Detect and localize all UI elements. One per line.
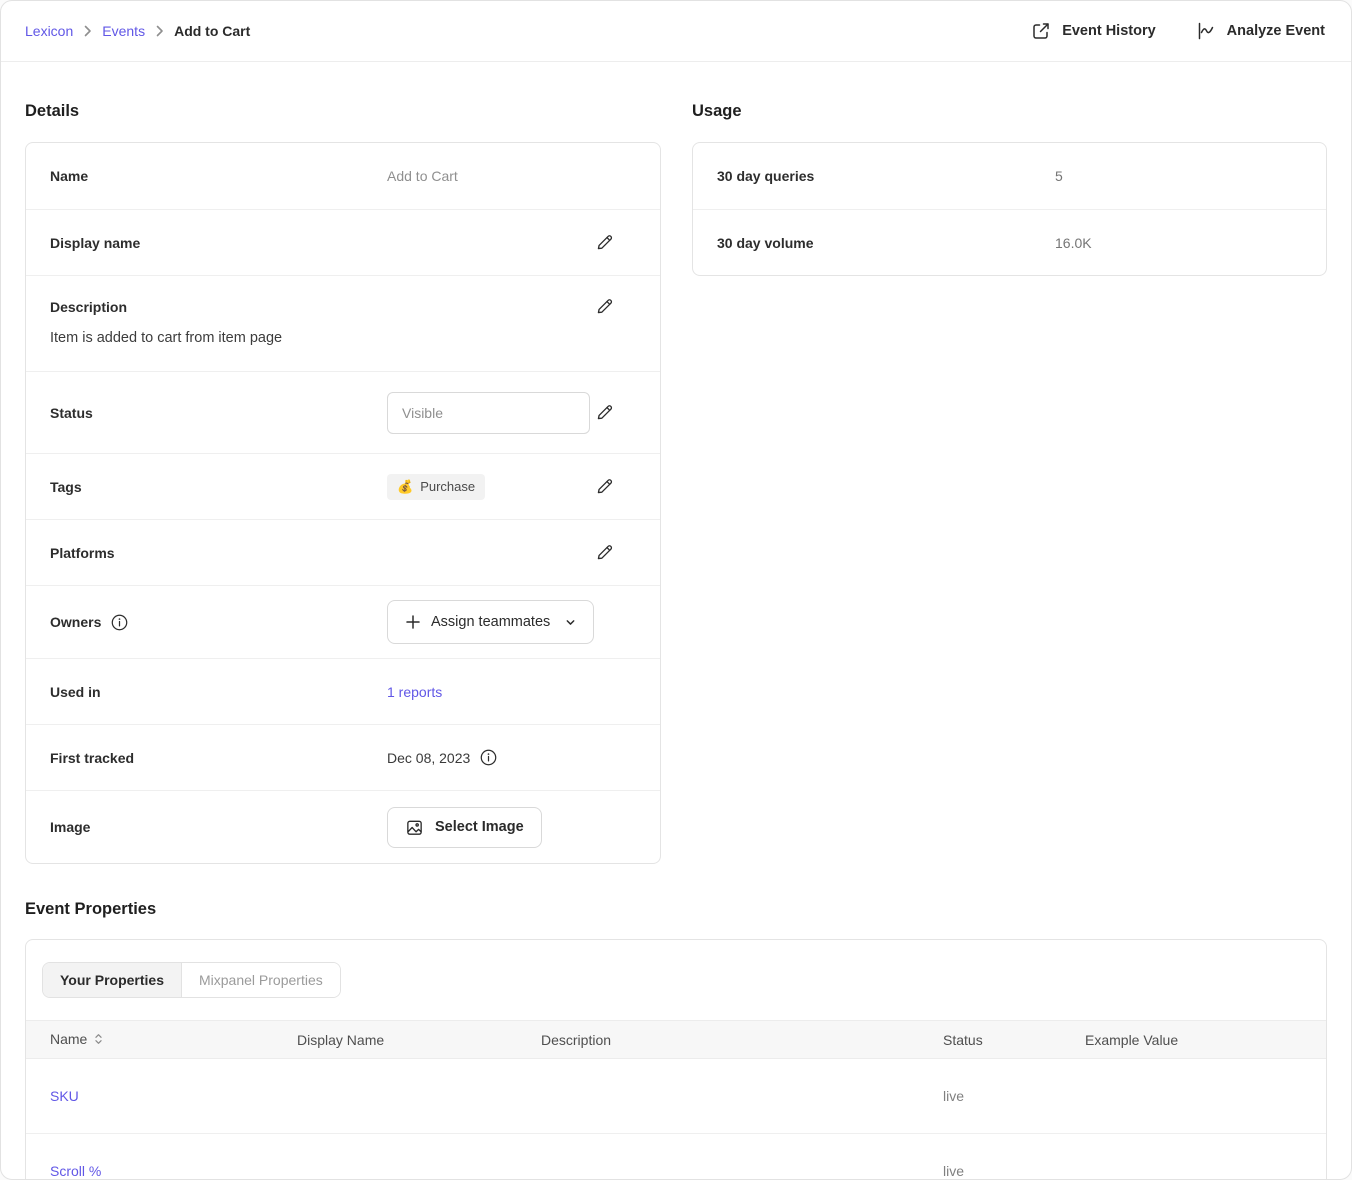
property-description <box>517 1059 919 1134</box>
description-label: Description <box>50 299 387 315</box>
details-section-title: Details <box>25 102 661 121</box>
topbar: Lexicon Events Add to Cart Event Histo <box>1 1 1351 62</box>
property-link-scroll-pct[interactable]: Scroll % <box>50 1163 101 1179</box>
lexicon-event-detail-page: Lexicon Events Add to Cart Event Histo <box>0 0 1352 1180</box>
column-header-display-name: Display Name <box>273 1021 517 1059</box>
details-row-tags: Tags 💰 Purchase <box>26 453 660 519</box>
tag-chip-purchase: 💰 Purchase <box>387 474 485 500</box>
chevron-right-icon <box>155 25 164 37</box>
analyze-event-label: Analyze Event <box>1227 23 1325 39</box>
status-label: Status <box>50 405 387 421</box>
details-row-platforms: Platforms <box>26 519 660 585</box>
usage-row-volume: 30 day volume 16.0K <box>693 209 1326 275</box>
select-image-label: Select Image <box>435 819 524 835</box>
details-card: Name Add to Cart Display name <box>25 142 661 864</box>
event-properties-section-title: Event Properties <box>25 900 1327 919</box>
table-row: SKU live <box>26 1059 1326 1134</box>
edit-platforms-button[interactable] <box>595 543 614 562</box>
volume-label: 30 day volume <box>717 235 1055 251</box>
topbar-actions: Event History Analyze Event <box>1031 21 1325 41</box>
details-row-used-in: Used in 1 reports <box>26 658 660 724</box>
details-row-name: Name Add to Cart <box>26 143 660 209</box>
property-example-value <box>1061 1134 1326 1180</box>
usage-card: 30 day queries 5 30 day volume 16.0K <box>692 142 1327 276</box>
description-text: Item is added to cart from item page <box>50 330 636 346</box>
assign-teammates-label: Assign teammates <box>431 614 550 630</box>
assign-teammates-button[interactable]: Assign teammates <box>387 600 594 644</box>
properties-table: Name Display Name Description Status Exa… <box>26 1020 1326 1180</box>
first-tracked-label: First tracked <box>50 750 387 766</box>
edit-status-button[interactable] <box>595 403 614 422</box>
info-icon[interactable] <box>479 748 498 767</box>
tab-mixpanel-properties[interactable]: Mixpanel Properties <box>181 963 340 997</box>
event-history-button[interactable]: Event History <box>1031 21 1155 41</box>
tags-label: Tags <box>50 479 387 495</box>
queries-value: 5 <box>1055 168 1063 184</box>
external-link-icon <box>1031 21 1051 41</box>
details-row-description: Description Item is added to ca <box>26 275 660 371</box>
tag-chip-label: Purchase <box>420 479 475 494</box>
usage-section-title: Usage <box>692 102 1327 121</box>
properties-tabs: Your Properties Mixpanel Properties <box>26 940 1326 1020</box>
property-display-name <box>273 1134 517 1180</box>
info-icon[interactable] <box>110 613 129 632</box>
chevron-down-icon <box>565 617 576 628</box>
property-example-value <box>1061 1059 1326 1134</box>
breadcrumb-events[interactable]: Events <box>102 23 145 39</box>
plus-icon <box>405 614 421 630</box>
property-status: live <box>919 1134 1061 1180</box>
image-label: Image <box>50 819 387 835</box>
pencil-icon <box>595 543 614 562</box>
property-status: live <box>919 1059 1061 1134</box>
details-row-status: Status <box>26 371 660 453</box>
used-in-reports-link[interactable]: 1 reports <box>387 684 442 700</box>
property-link-sku[interactable]: SKU <box>50 1088 79 1104</box>
first-tracked-value: Dec 08, 2023 <box>387 750 470 766</box>
column-header-description: Description <box>517 1021 919 1059</box>
details-row-owners: Owners <box>26 585 660 658</box>
pencil-icon <box>595 233 614 252</box>
details-row-first-tracked: First tracked Dec 08, 2023 <box>26 724 660 790</box>
table-row: Scroll % live <box>26 1134 1326 1180</box>
used-in-label: Used in <box>50 684 387 700</box>
event-history-label: Event History <box>1062 23 1155 39</box>
chevron-right-icon <box>83 25 92 37</box>
property-description <box>517 1134 919 1180</box>
pencil-icon <box>595 403 614 422</box>
breadcrumb-current-event: Add to Cart <box>174 23 250 39</box>
main-content: Details Name Add to Cart Display name <box>1 62 1351 1180</box>
tab-your-properties[interactable]: Your Properties <box>43 963 181 997</box>
breadcrumb-lexicon[interactable]: Lexicon <box>25 23 73 39</box>
name-value: Add to Cart <box>387 168 458 184</box>
column-header-example-value: Example Value <box>1061 1021 1326 1059</box>
analyze-event-button[interactable]: Analyze Event <box>1196 21 1325 41</box>
edit-tags-button[interactable] <box>595 477 614 496</box>
platforms-label: Platforms <box>50 545 387 561</box>
select-image-button[interactable]: Select Image <box>387 807 542 848</box>
pencil-icon <box>595 297 614 316</box>
usage-row-queries: 30 day queries 5 <box>693 143 1326 209</box>
line-chart-icon <box>1196 21 1216 41</box>
name-label: Name <box>50 168 387 184</box>
display-name-label: Display name <box>50 235 387 251</box>
status-input[interactable] <box>387 392 590 434</box>
property-display-name <box>273 1059 517 1134</box>
sort-icon <box>94 1032 103 1048</box>
edit-display-name-button[interactable] <box>595 233 614 252</box>
breadcrumb: Lexicon Events Add to Cart <box>25 23 250 39</box>
owners-label: Owners <box>50 614 101 630</box>
properties-table-header-row: Name Display Name Description Status Exa… <box>26 1021 1326 1059</box>
money-bag-icon: 💰 <box>397 479 413 495</box>
column-header-name[interactable]: Name <box>26 1021 273 1059</box>
image-icon <box>405 818 424 837</box>
details-row-display-name: Display name <box>26 209 660 275</box>
details-row-image: Image Select Image <box>26 790 660 863</box>
column-header-status: Status <box>919 1021 1061 1059</box>
event-properties-card: Your Properties Mixpanel Properties Name… <box>25 939 1327 1180</box>
pencil-icon <box>595 477 614 496</box>
edit-description-button[interactable] <box>595 297 614 316</box>
volume-value: 16.0K <box>1055 235 1092 251</box>
queries-label: 30 day queries <box>717 168 1055 184</box>
